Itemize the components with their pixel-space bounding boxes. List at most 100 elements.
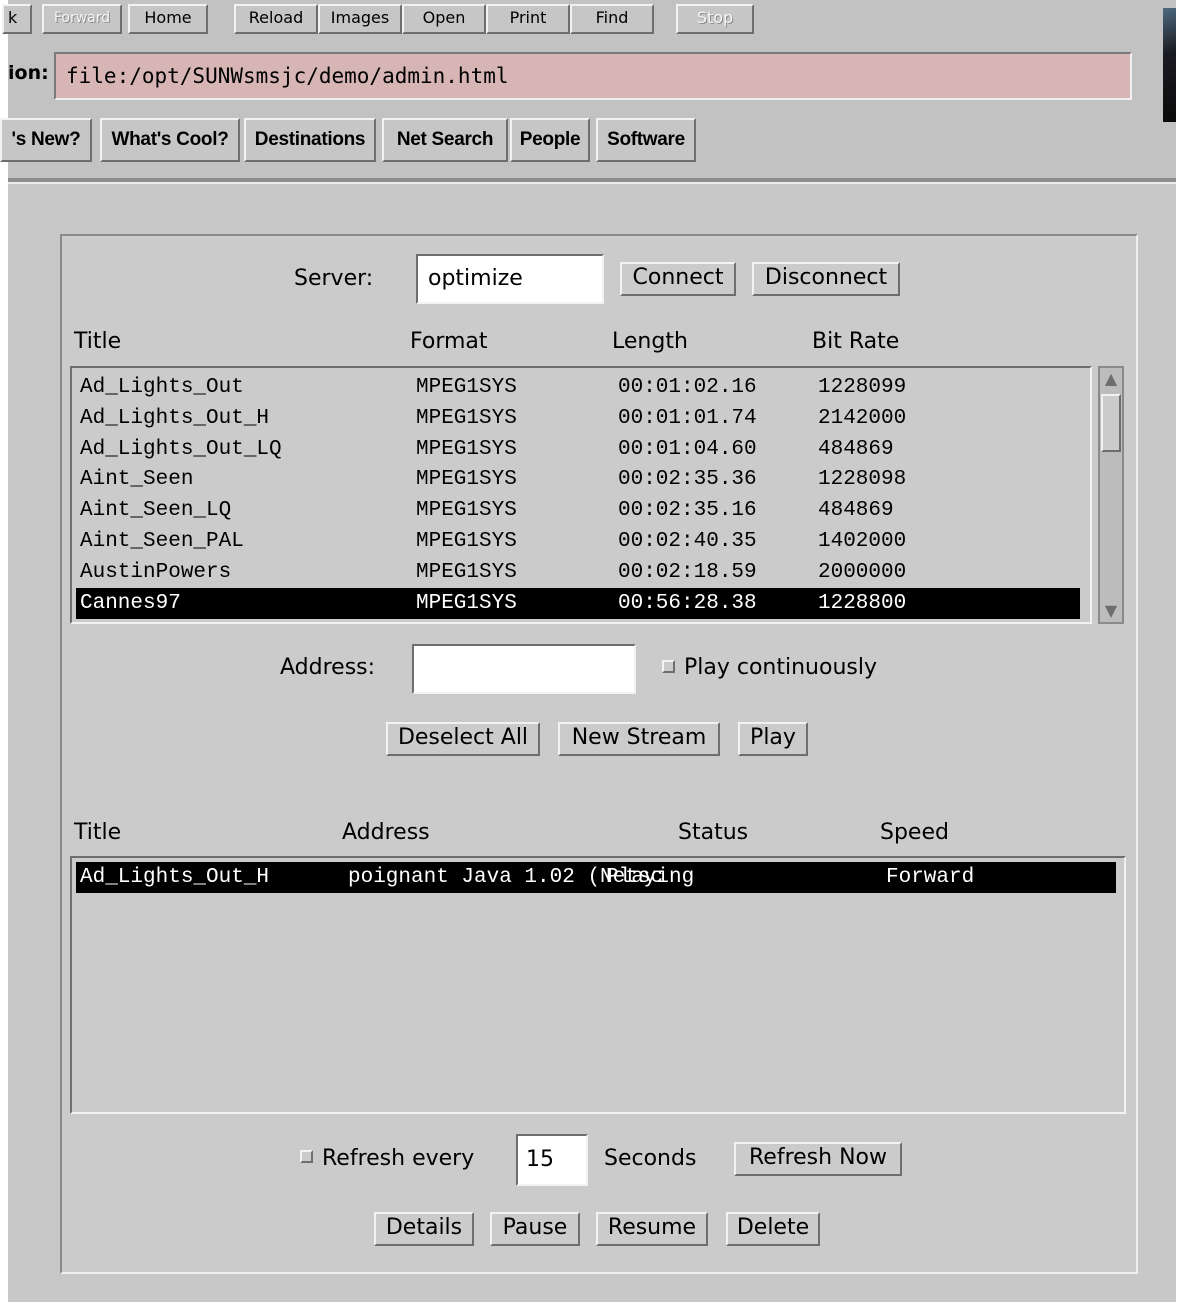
cell-title: Ad_Lights_Out_H — [80, 406, 270, 430]
streams-list[interactable]: Ad_Lights_Out_H poignant Java 1.02 (Netsc… — [70, 856, 1126, 1114]
col-header-format: Format — [410, 329, 488, 354]
address-input[interactable] — [412, 644, 636, 694]
cell-title: Ad_Lights_Out_LQ — [80, 437, 282, 461]
details-button[interactable]: Details — [374, 1212, 474, 1246]
cell-format: MPEG1SYS — [416, 591, 517, 615]
stream-col-header-status: Status — [678, 820, 749, 845]
cell-length: 00:02:40.35 — [618, 530, 757, 553]
table-row[interactable]: Cannes97 MPEG1SYS 00:56:28.38 1228800 — [76, 587, 1080, 619]
deselect-all-button[interactable]: Deselect All — [386, 722, 540, 756]
cell-length: 00:01:04.60 — [618, 437, 757, 461]
images-button[interactable]: Images — [318, 4, 402, 34]
cell-format: MPEG1SYS — [416, 406, 517, 430]
play-button[interactable]: Play — [738, 722, 808, 756]
address-label: Address: — [280, 655, 376, 680]
cell-bitrate: 484869 — [818, 437, 894, 461]
cell-bitrate: 1402000 — [818, 530, 907, 553]
refresh-now-button[interactable]: Refresh Now — [734, 1142, 902, 1176]
cell-title: Ad_Lights_Out — [80, 376, 244, 399]
scroll-thumb[interactable] — [1101, 394, 1121, 452]
media-server-admin-applet: Server: optimize Connect Disconnect Titl… — [60, 234, 1138, 1274]
stream-col-header-speed: Speed — [880, 820, 949, 845]
new-stream-button[interactable]: New Stream — [558, 722, 720, 756]
table-row[interactable]: Ad_Lights_Out MPEG1SYS 00:01:02.16 1228099 — [76, 372, 1080, 403]
cell-bitrate: 1228800 — [818, 591, 907, 615]
refresh-checkbox[interactable] — [300, 1150, 313, 1163]
cell-length: 00:01:02.16 — [618, 376, 757, 399]
server-label: Server: — [294, 266, 374, 291]
cell-length: 00:02:18.59 — [618, 560, 757, 584]
col-header-title: Title — [74, 329, 122, 354]
cell-format: MPEG1SYS — [416, 437, 517, 461]
stream-row[interactable]: Ad_Lights_Out_H poignant Java 1.02 (Netsc… — [76, 862, 1116, 893]
stream-col-header-title: Title — [74, 820, 122, 845]
cell-format: MPEG1SYS — [416, 376, 517, 399]
connect-button[interactable]: Connect — [620, 262, 736, 296]
titles-list[interactable]: Ad_Lights_Out MPEG1SYS 00:01:02.16 1228099 A… — [70, 366, 1092, 624]
open-button[interactable]: Open — [402, 4, 486, 34]
cell-bitrate: 2142000 — [818, 406, 907, 430]
table-row[interactable]: AustinPowers MPEG1SYS 00:02:18.59 2000000 — [76, 557, 1080, 588]
server-input[interactable]: optimize — [416, 254, 604, 304]
play-continuously-label: Play continuously — [684, 655, 877, 680]
pause-button[interactable]: Pause — [490, 1212, 580, 1246]
cell-format: MPEG1SYS — [416, 499, 517, 523]
destinations-button[interactable]: Destinations — [244, 118, 376, 162]
disconnect-button[interactable]: Disconnect — [752, 262, 900, 296]
stream-cell-status: Playing — [606, 866, 695, 889]
forward-button[interactable]: Forward — [42, 4, 122, 34]
whats-new-button[interactable]: 's New? — [0, 118, 92, 162]
cell-format: MPEG1SYS — [416, 468, 517, 492]
location-label: ion: — [8, 62, 49, 84]
cell-format: MPEG1SYS — [416, 530, 517, 553]
cell-length: 00:02:35.16 — [618, 499, 757, 523]
software-button[interactable]: Software — [596, 118, 696, 162]
stream-col-header-address: Address — [342, 820, 430, 845]
cell-bitrate: 1228098 — [818, 468, 907, 492]
net-search-button[interactable]: Net Search — [382, 118, 508, 162]
cell-title: Aint_Seen_LQ — [80, 499, 232, 523]
titles-scrollbar[interactable]: ▲ ▼ — [1098, 366, 1124, 624]
location-field[interactable]: file:/opt/SUNWsmsjc/demo/admin.html — [54, 52, 1132, 100]
people-button[interactable]: People — [510, 118, 590, 162]
refresh-label: Refresh every — [322, 1146, 475, 1171]
table-row[interactable]: Aint_Seen MPEG1SYS 00:02:35.36 1228098 — [76, 464, 1080, 495]
cell-format: MPEG1SYS — [416, 560, 517, 584]
print-button[interactable]: Print — [486, 4, 570, 34]
find-button[interactable]: Find — [570, 4, 654, 34]
table-row[interactable]: Ad_Lights_Out_LQ MPEG1SYS 00:01:04.60 48486… — [76, 434, 1080, 465]
reload-button[interactable]: Reload — [234, 4, 318, 34]
cell-title: Aint_Seen_PAL — [80, 530, 244, 553]
scroll-up-icon[interactable]: ▲ — [1101, 368, 1121, 390]
whats-cool-button[interactable]: What's Cool? — [100, 118, 240, 162]
cell-length: 00:02:35.36 — [618, 468, 757, 492]
cell-bitrate: 484869 — [818, 499, 894, 523]
table-row[interactable]: Aint_Seen_LQ MPEG1SYS 00:02:35.16 484869 — [76, 495, 1080, 526]
col-header-length: Length — [612, 329, 688, 354]
cell-bitrate: 1228099 — [818, 376, 907, 399]
browser-window: k Forward Home Reload Images Open Print … — [0, 0, 1176, 1302]
play-continuously-checkbox[interactable] — [662, 660, 675, 673]
home-button[interactable]: Home — [128, 4, 208, 34]
cell-title: Cannes97 — [80, 591, 181, 615]
table-row[interactable]: Aint_Seen_PAL MPEG1SYS 00:02:40.35 1402000 — [76, 526, 1080, 557]
refresh-interval-input[interactable]: 15 — [516, 1134, 588, 1186]
cell-bitrate: 2000000 — [818, 560, 907, 584]
resume-button[interactable]: Resume — [596, 1212, 708, 1246]
back-button[interactable]: k — [2, 4, 32, 34]
stop-button[interactable]: Stop — [676, 4, 754, 34]
chrome-divider — [8, 178, 1176, 184]
browser-chrome: k Forward Home Reload Images Open Print … — [0, 0, 1176, 184]
cell-length: 00:56:28.38 — [618, 591, 757, 615]
cell-title: AustinPowers — [80, 560, 232, 584]
stream-cell-title: Ad_Lights_Out_H — [80, 866, 270, 889]
scroll-down-icon[interactable]: ▼ — [1101, 600, 1121, 622]
delete-button[interactable]: Delete — [726, 1212, 820, 1246]
stream-cell-speed: Forward — [886, 866, 975, 889]
col-header-bitrate: Bit Rate — [812, 329, 900, 354]
cell-title: Aint_Seen — [80, 468, 194, 492]
netscape-logo — [1163, 8, 1176, 122]
cell-length: 00:01:01.74 — [618, 406, 757, 430]
table-row[interactable]: Ad_Lights_Out_H MPEG1SYS 00:01:01.74 214200… — [76, 403, 1080, 434]
seconds-label: Seconds — [604, 1146, 697, 1171]
